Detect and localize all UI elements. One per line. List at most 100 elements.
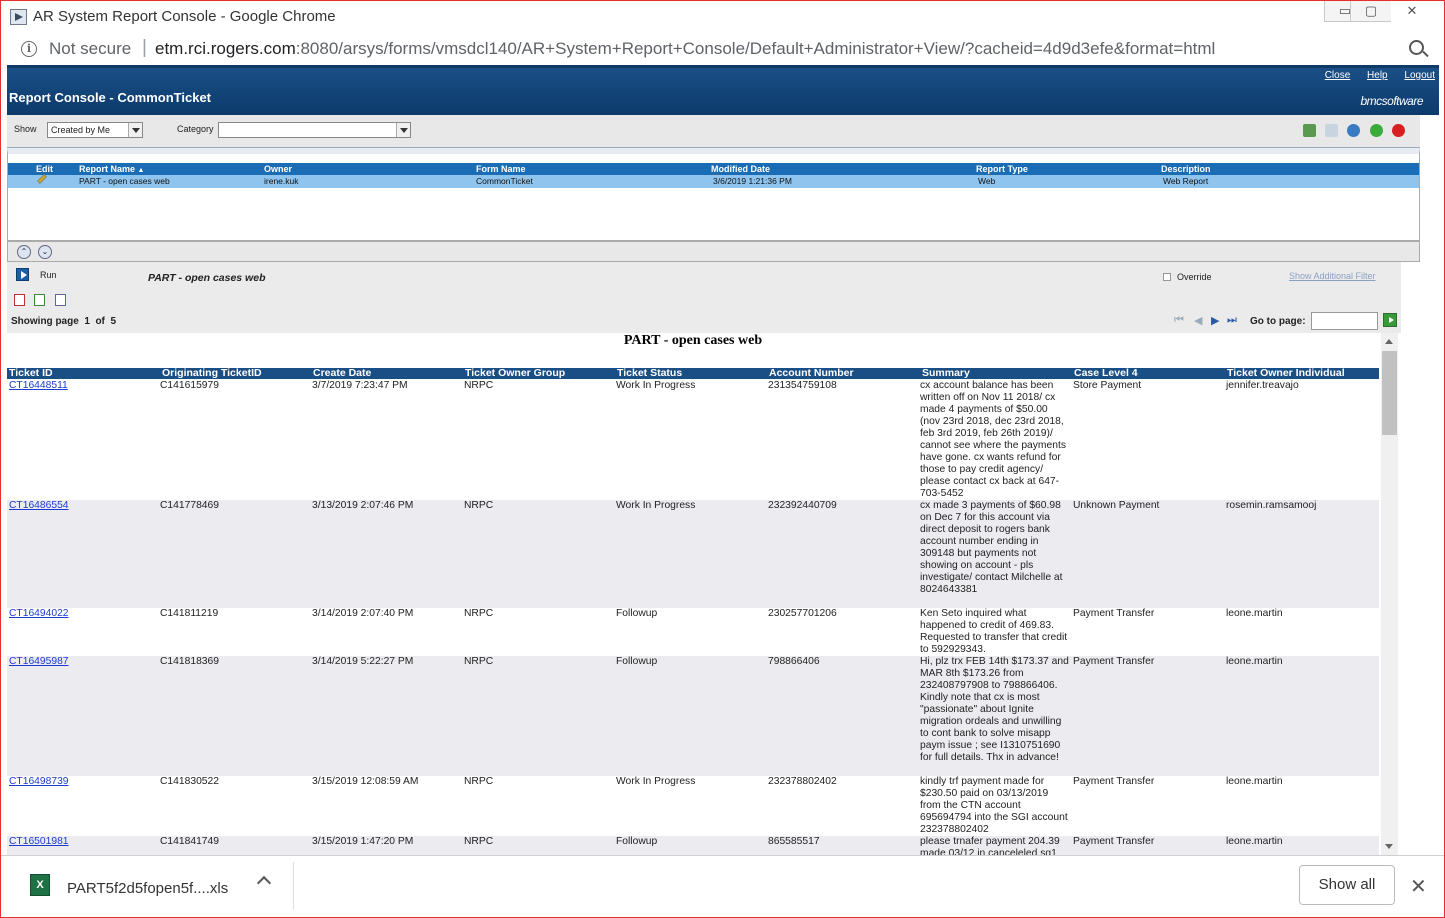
divider [293,862,294,910]
go-icon[interactable] [1383,313,1397,327]
url-host: etm.rci.rogers.com [155,39,296,58]
sort-asc-icon: ▲ [137,167,145,174]
cell-owner: leone.martin [1226,608,1283,619]
pencil-icon[interactable] [37,174,47,184]
separator: | [142,37,147,58]
logout-link[interactable]: Logout [1404,70,1435,81]
ticket-id-link[interactable]: CT16494022 [9,608,69,620]
col-owner[interactable]: Owner [264,163,292,175]
cell-date: 3/15/2019 12:08:59 AM [312,776,419,787]
help-link[interactable]: Help [1367,70,1388,81]
ticket-id-link[interactable]: CT16486554 [9,500,69,512]
next-page-icon[interactable]: ▶ [1211,314,1219,327]
col-description[interactable]: Description [1161,163,1211,175]
cell-group: NRPC [464,656,494,667]
cell-orig: C141818369 [160,656,219,667]
report-output: PART - open cases web Ticket ID Originat… [7,333,1379,855]
page-status: Showing page 1 of 5 [11,316,117,327]
close-window-button[interactable]: ✕ [1391,1,1433,22]
cell-group: NRPC [464,608,494,619]
override-checkbox[interactable] [1163,273,1171,281]
maximize-button[interactable]: ▢ [1350,1,1392,22]
type-cell: Web [978,176,996,186]
report-list-table: Edit Report Name ▲ Owner Form Name Modif… [7,148,1420,241]
right-strip [1401,262,1439,855]
page-title: Report Console - CommonTicket [9,90,212,105]
cell-group: NRPC [464,380,494,391]
cell-status: Work In Progress [616,776,696,787]
ticket-id-link[interactable]: CT16498739 [9,776,69,788]
chevron-down-icon [128,123,142,137]
new-report-icon[interactable] [1303,124,1316,137]
close-icon[interactable]: ✕ [1410,874,1427,899]
prev-page-icon[interactable]: ◀ [1194,314,1202,327]
excel-file-icon: X [30,874,50,896]
expand-down-icon[interactable]: ⌄ [38,245,52,259]
run-label[interactable]: Run [40,270,57,280]
title-bar: AR System Report Console - Google Chrome… [1,1,1444,33]
goto-page-input[interactable] [1311,312,1378,330]
cell-orig: C141615979 [160,380,219,391]
ticket-id-link[interactable]: CT16501981 [9,836,69,848]
ticket-id-link[interactable]: CT16495987 [9,656,69,668]
cell-summary: kindly trf payment made for $230.50 paid… [920,776,1068,835]
col-modified-date[interactable]: Modified Date [711,163,770,175]
download-filename[interactable]: PART5f2d5fopen5f....xls [67,880,228,897]
cell-date: 3/13/2019 2:07:46 PM [312,500,414,511]
col-form-name[interactable]: Form Name [476,163,526,175]
show-label: Show [14,124,37,134]
url-text[interactable]: etm.rci.rogers.com:8080/arsys/forms/vmsd… [155,39,1215,59]
refresh-icon[interactable] [1347,124,1360,137]
show-select-value: Created by Me [51,125,111,135]
scroll-thumb[interactable] [1382,351,1397,435]
cell-group: NRPC [464,836,494,847]
run-icon[interactable] [16,268,29,281]
cell-date: 3/15/2019 1:47:20 PM [312,836,414,847]
description-cell: Web Report [1163,176,1209,186]
report-header: Ticket ID Originating TicketID Create Da… [7,368,1379,379]
scroll-down-icon[interactable] [1385,844,1393,849]
cell-level: Payment Transfer [1073,656,1155,667]
cell-owner: leone.martin [1226,836,1283,847]
col-status: Ticket Status [617,367,683,379]
table-row[interactable]: PART - open cases web irene.kuk CommonTi… [8,174,1419,188]
copy-report-icon[interactable] [1325,124,1338,137]
report-row: CT16501981 C141841749 3/15/2019 1:47:20 PM… [7,836,1379,855]
col-report-type[interactable]: Report Type [976,163,1028,175]
cell-status: Followup [616,836,658,847]
owner-cell: irene.kuk [264,176,299,186]
cell-account: 798866406 [768,656,820,667]
zoom-icon[interactable] [1409,40,1424,55]
report-row: CT16495987 C141818369 3/14/2019 5:22:27 PM… [7,656,1379,776]
address-bar[interactable]: i Not secure | etm.rci.rogers.com:8080/a… [1,33,1444,65]
col-orig-ticket: Originating TicketID [162,367,262,379]
scrollbar[interactable] [1381,333,1398,855]
cell-level: Unknown Payment [1073,500,1160,511]
chevron-up-icon[interactable] [256,875,272,891]
export-icon[interactable] [34,294,45,306]
col-ticket-id: Ticket ID [9,367,53,379]
delete-icon[interactable] [1392,124,1405,137]
cell-summary: cx made 3 payments of $60.98 on Dec 7 fo… [920,500,1063,595]
category-select[interactable] [218,122,411,138]
cell-status: Work In Progress [616,500,696,511]
show-select[interactable]: Created by Me [47,122,143,138]
close-link[interactable]: Close [1325,70,1351,81]
cell-orig: C141841749 [160,836,219,847]
pdf-export-icon[interactable] [14,294,25,306]
run-panel: Run PART - open cases web Override Show … [7,262,1401,333]
col-account: Account Number [769,367,854,379]
ticket-id-link[interactable]: CT16448511 [9,380,68,392]
info-icon[interactable]: i [21,41,37,57]
scroll-up-icon[interactable] [1385,339,1393,344]
show-all-button[interactable]: Show all [1299,865,1395,905]
first-page-icon[interactable]: ⏮ [1174,314,1184,327]
cell-date: 3/14/2019 2:07:40 PM [312,608,414,619]
add-icon[interactable] [1370,124,1383,137]
print-icon[interactable] [55,294,66,306]
col-report-name-label: Report Name [79,164,136,174]
collapse-up-icon[interactable]: ⌃ [17,245,31,259]
last-page-icon[interactable]: ⏭ [1227,314,1237,327]
col-create-date: Create Date [313,367,372,379]
show-filter-link[interactable]: Show Additional Filter [1289,271,1376,281]
